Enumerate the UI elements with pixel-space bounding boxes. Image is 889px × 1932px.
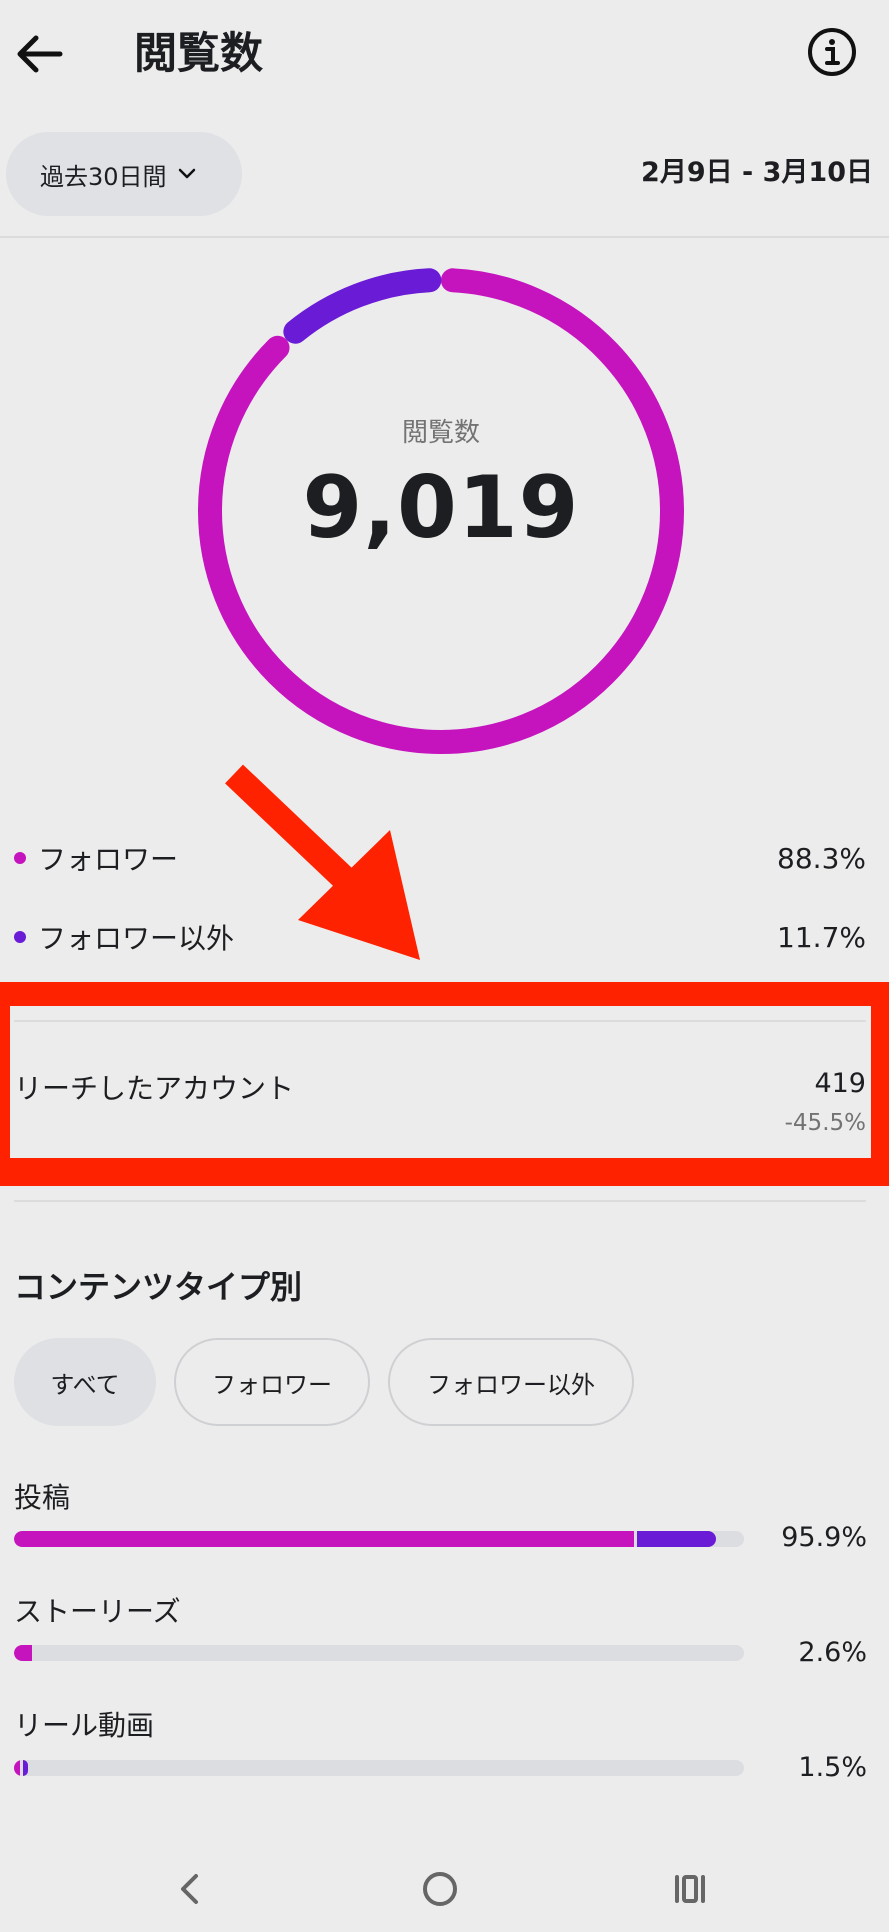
- legend-row-nonfollowers: フォロワー以外 11.7%: [14, 912, 866, 962]
- bar-label-posts: 投稿: [14, 1481, 71, 1514]
- bar-label-stories: ストーリーズ: [14, 1595, 181, 1628]
- bar-pct-stories: 2.6%: [798, 1637, 867, 1668]
- donut-label: 閲覧数: [401, 418, 480, 448]
- bar-segment-followers: [14, 1531, 634, 1547]
- legend-dot-followers: [14, 852, 26, 864]
- divider: [14, 1020, 866, 1022]
- system-home-button[interactable]: [415, 1864, 465, 1914]
- bar-segment-followers: [14, 1645, 32, 1661]
- legend-pct: 11.7%: [777, 920, 866, 954]
- bar-segment-nonfollowers: [636, 1531, 716, 1547]
- chevron-left-icon: [181, 1874, 198, 1904]
- content-type-title: コンテンツタイプ別: [14, 1268, 303, 1306]
- system-recents-button[interactable]: [665, 1864, 715, 1914]
- legend-label: フォロワー: [38, 843, 179, 876]
- bar-track-posts: [14, 1531, 744, 1547]
- system-back-button[interactable]: [164, 1864, 214, 1914]
- recents-icon: [675, 1875, 705, 1903]
- chip-nonfollowers[interactable]: フォロワー以外: [388, 1338, 634, 1426]
- donut-total-value: 9,019: [302, 458, 580, 558]
- chip-followers[interactable]: フォロワー: [174, 1338, 370, 1426]
- bar-track-stories: [14, 1645, 744, 1661]
- date-range-dropdown[interactable]: 過去30日間: [6, 132, 242, 216]
- divider: [0, 236, 889, 238]
- arrow-left-icon: [17, 35, 63, 73]
- bar-track-reels: [14, 1760, 744, 1776]
- bar-segment-nonfollowers: [22, 1760, 28, 1776]
- date-range-selected: 過去30日間: [40, 162, 167, 191]
- legend-row-followers: フォロワー 88.3%: [14, 833, 866, 883]
- info-button[interactable]: [806, 26, 858, 78]
- reach-change: -45.5%: [784, 1110, 866, 1136]
- bar-pct-posts: 95.9%: [781, 1522, 867, 1553]
- reach-label: リーチしたアカウント: [14, 1072, 295, 1105]
- date-range-text: 2月9日 - 3月10日: [641, 157, 873, 188]
- reach-value: 419: [814, 1068, 866, 1099]
- divider: [14, 1200, 866, 1202]
- back-button[interactable]: [10, 24, 70, 84]
- page-title: 閲覧数: [134, 29, 263, 79]
- legend-label: フォロワー以外: [38, 922, 235, 955]
- legend-dot-nonfollowers: [14, 931, 26, 943]
- chevron-down-icon: [178, 168, 195, 179]
- legend-pct: 88.3%: [777, 841, 866, 875]
- bar-pct-reels: 1.5%: [798, 1752, 867, 1783]
- home-circle-icon: [423, 1872, 457, 1906]
- chip-all[interactable]: すべて: [14, 1338, 156, 1426]
- info-icon: [808, 28, 856, 76]
- bar-segment-followers: [14, 1760, 20, 1776]
- bar-label-reels: リール動画: [14, 1709, 155, 1742]
